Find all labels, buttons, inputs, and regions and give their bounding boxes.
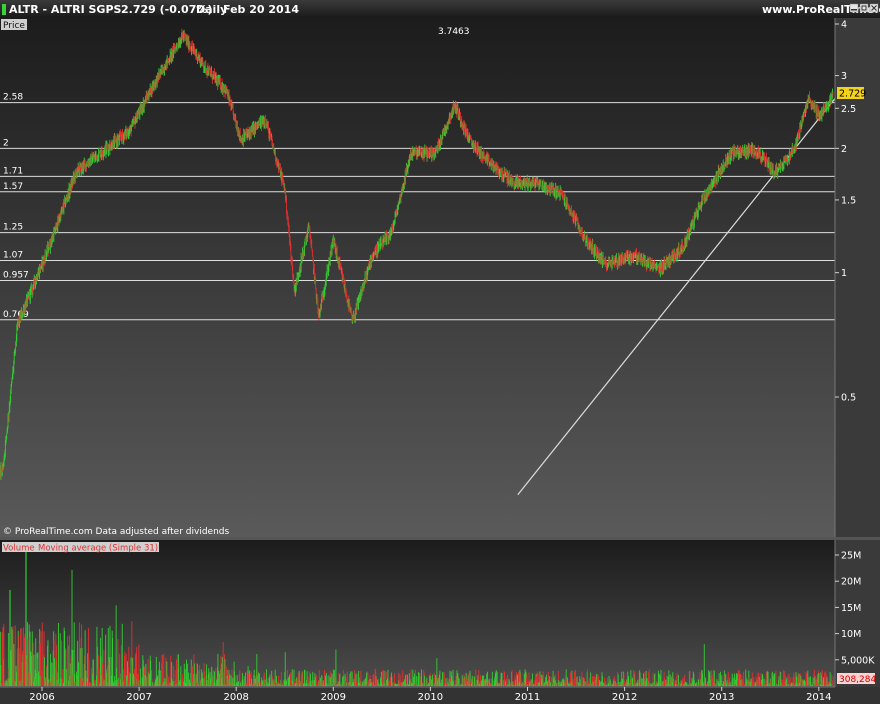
symbol-title: ALTR - ALTRI SGPS [9,3,122,16]
y-tick-label: 2 [841,144,847,155]
restore-button[interactable] [859,3,869,13]
x-tick-label: 2012 [612,692,637,703]
volume-label: Volume [3,544,35,554]
last-price-box: 2.729 [837,87,866,100]
x-tick-label: 2010 [418,692,443,703]
y-tick-label: 2.5 [841,104,856,115]
volume-legend: Volume Moving average (Simple 31) [2,542,159,554]
volume-tick-label: 5,000K [841,655,875,666]
minimize-icon [851,9,857,11]
y-tick-label: 1 [841,268,847,279]
x-tick-label: 2013 [709,692,734,703]
chart-canvas: ALTR - ALTRI SGPS 2.729 (-0.07%) Daily F… [0,0,880,704]
close-button[interactable] [869,3,879,13]
volume-axis[interactable]: 5,000K 10M 15M 20M 25M 308,284 [834,540,880,687]
status-indicator-icon [2,4,6,15]
price-axis[interactable]: 0.5 1 1.5 2 2.5 3 4 2.729 [834,18,880,537]
x-tick-label: 2011 [515,692,540,703]
max-annotation: 3.7463 [438,27,470,37]
x-tick-label: 2006 [29,692,54,703]
chart-window: ALTR - ALTRI SGPS 2.729 (-0.07%) Daily F… [0,0,880,704]
moving-average-label: Moving average (Simple 31) [38,544,158,554]
price-panel[interactable]: 2.5821.711.571.251.070.9570.769 Price 3.… [0,18,856,537]
level-label: 1.25 [3,223,23,233]
volume-last-value: 308,284 [839,675,876,685]
level-label: 2.58 [3,93,23,103]
time-axis[interactable]: 2006 2007 2008 2009 2010 2011 2012 2013 2014 [0,686,880,704]
y-tick-label: 0.5 [841,393,856,404]
volume-tick-label: 15M [841,603,861,614]
price-label: Price [3,21,25,31]
volume-tick-label: 20M [841,577,861,588]
date-label: Feb 20 2014 [223,3,299,16]
volume-panel[interactable]: Volume Moving average (Simple 31) [0,540,835,687]
x-tick-label: 2009 [321,692,346,703]
level-label: 0.957 [3,271,29,281]
level-label: 1.07 [3,251,23,261]
x-tick-label: 2008 [223,692,248,703]
y-tick-label: 4 [841,20,847,31]
y-tick-label: 1.5 [841,195,856,206]
volume-tick-label: 25M [841,551,861,562]
minimize-button[interactable] [849,3,859,13]
footer-text: © ProRealTime.com Data adjusted after di… [3,527,229,537]
title-bar: ALTR - ALTRI SGPS 2.729 (-0.07%) Daily F… [0,0,880,18]
y-tick-label: 3 [841,71,847,82]
x-tick-label: 2007 [126,692,151,703]
level-label: 1.57 [3,182,23,192]
x-tick-label: 2014 [806,692,831,703]
volume-tick-label: 10M [841,629,861,640]
level-label: 1.71 [3,166,23,176]
last-price-label: 2.729 [839,89,866,100]
level-label: 2 [3,138,9,148]
